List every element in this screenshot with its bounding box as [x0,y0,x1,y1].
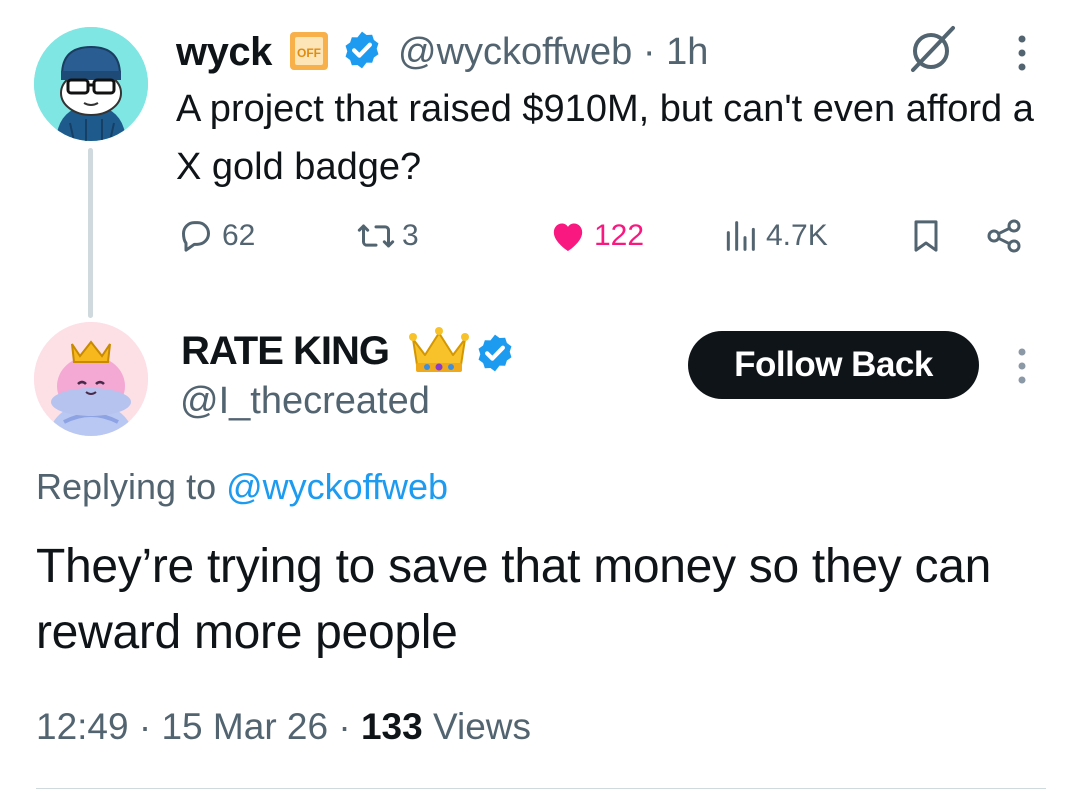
author-handle[interactable]: @wyckoffweb [398,31,632,73]
reply-count: 62 [222,219,256,252]
replying-to-line: Replying to @wyckoffweb [36,466,448,508]
like-count: 122 [594,219,645,252]
bookmark-button[interactable] [906,216,946,256]
meta-dot: · [328,706,361,747]
reply-meta: 12:49 · 15 Mar 26 · 133 Views [36,706,531,748]
verified-badge-icon [341,29,383,71]
reply-author-name[interactable]: RATE KING [181,329,390,374]
tweet-text: A project that raised $910M, but can't e… [176,88,1034,188]
off-badge-icon: OFF [289,31,329,71]
share-button[interactable] [984,216,1024,256]
reply-text: They’re trying to save that money so the… [36,540,991,659]
crown-emoji-icon [407,325,471,375]
avatar-rate-king[interactable] [34,322,148,436]
repost-icon [357,224,395,248]
reply-time[interactable]: 12:49 [36,706,129,747]
verified-badge-icon [474,332,516,374]
avatar-wyck[interactable] [34,27,148,141]
divider [36,788,1046,789]
repost-button[interactable]: 3 [356,216,419,256]
grok-icon[interactable] [905,22,959,76]
svg-text:OFF: OFF [297,46,321,60]
reply-date[interactable]: 15 Mar 26 [161,706,328,747]
reply-author-handle[interactable]: @I_thecreated [180,380,430,423]
follow-back-button[interactable]: Follow Back [688,331,979,399]
reply-views-label: Views [422,706,532,747]
bookmark-icon [914,220,938,252]
reply-button[interactable]: 62 [176,216,255,256]
views-button[interactable]: 4.7K [720,216,828,256]
more-options-icon[interactable] [1004,33,1040,73]
reply-icon [182,221,210,252]
views-icon [726,221,755,251]
separator-dot: · [642,31,656,73]
reply-views-count: 133 [360,706,423,747]
tweet-time[interactable]: 1h [666,31,708,73]
more-options-icon[interactable] [1004,344,1040,388]
replying-to-label: Replying to [36,466,227,507]
replying-to-handle-link[interactable]: @wyckoffweb [226,466,448,507]
thread-connector-line [88,148,93,318]
author-name[interactable]: wyck [176,30,272,75]
repost-count: 3 [402,219,419,252]
like-icon [553,223,583,251]
avatar-image [34,322,148,436]
author-handle-and-time[interactable]: @wyckoffweb · 1h [398,31,708,74]
share-icon [987,219,1021,253]
view-count: 4.7K [766,219,828,252]
avatar-image [34,27,148,141]
like-button[interactable]: 122 [548,216,644,256]
meta-dot: · [128,706,162,747]
